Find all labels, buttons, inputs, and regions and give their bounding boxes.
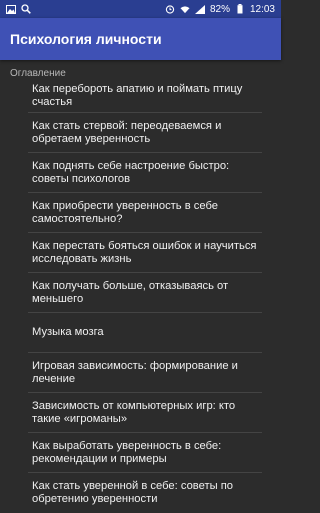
list-item[interactable]: Игровая зависимость: формирование и лече… [28, 353, 262, 393]
app-bar: Психология личности [0, 18, 281, 60]
battery-icon [235, 4, 245, 14]
list-item[interactable]: Как перебороть апатию и поймать птицу сч… [28, 80, 262, 113]
list-item[interactable]: Музыка мозга [28, 313, 262, 353]
status-bar: 82% 12:03 [0, 0, 281, 18]
app-title: Психология личности [10, 31, 162, 47]
list-item[interactable]: Зависимость от компьютерных игр: кто так… [28, 393, 262, 433]
list-item[interactable]: Как стать стервой: переодеваемся и обрет… [28, 113, 262, 153]
wifi-icon [180, 4, 190, 14]
image-icon [6, 4, 16, 14]
list-item[interactable]: Как приобрести уверенность в себе самост… [28, 193, 262, 233]
toc-header: Оглавление [10, 68, 66, 79]
list-item[interactable]: Как поднять себе настроение быстро: сове… [28, 153, 262, 193]
table-of-contents: Оглавление Как перебороть апатию и пойма… [0, 60, 281, 513]
list-item[interactable]: Как стать уверенной в себе: советы по об… [28, 473, 262, 513]
status-right: 82% 12:03 [165, 4, 275, 15]
battery-percent: 82% [209, 3, 230, 15]
signal-icon [194, 4, 205, 14]
alarm-icon [165, 4, 175, 14]
toc-list: Как перебороть апатию и поймать птицу сч… [0, 80, 281, 513]
search-icon [21, 4, 31, 14]
list-item[interactable]: Как получать больше, отказываясь от мень… [28, 273, 262, 313]
status-time: 12:03 [249, 3, 275, 15]
list-item[interactable]: Как выработать уверенность в себе: реком… [28, 433, 262, 473]
list-item[interactable]: Как перестать бояться ошибок и научиться… [28, 233, 262, 273]
status-left [6, 4, 31, 14]
